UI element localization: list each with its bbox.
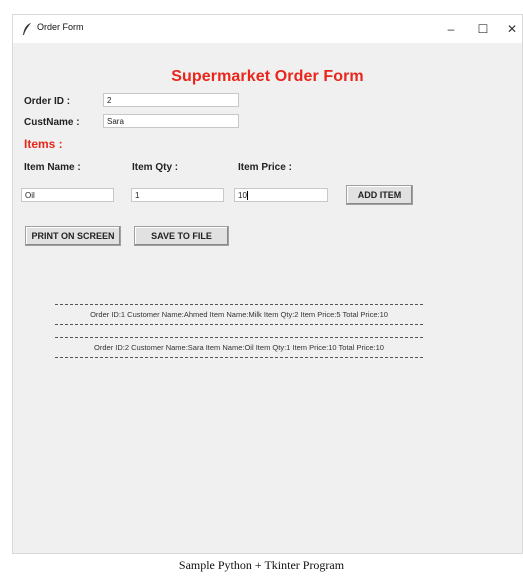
item-price-value: 10 xyxy=(238,191,247,200)
maximize-button[interactable]: ☐ xyxy=(472,19,494,39)
order-output-2: Order ID:2 Customer Name:Sara Item Name:… xyxy=(55,337,423,358)
divider xyxy=(55,324,423,325)
order-output-line: Order ID:2 Customer Name:Sara Item Name:… xyxy=(94,343,384,352)
add-item-button[interactable]: ADD ITEM xyxy=(346,185,413,205)
order-output-1: Order ID:1 Customer Name:Ahmed Item Name… xyxy=(55,304,423,325)
feather-icon xyxy=(23,23,31,35)
item-qty-label: Item Qty : xyxy=(132,162,179,173)
window-title: Order Form xyxy=(37,22,84,32)
item-qty-field[interactable]: 1 xyxy=(131,188,224,202)
print-on-screen-button[interactable]: PRINT ON SCREEN xyxy=(25,226,121,246)
app-window: Order Form – ☐ ✕ Supermarket Order Form … xyxy=(12,14,523,554)
form-heading: Supermarket Order Form xyxy=(171,68,364,85)
figure-caption: Sample Python + Tkinter Program xyxy=(178,558,345,572)
text-cursor xyxy=(246,191,248,200)
divider xyxy=(55,357,423,358)
custname-field[interactable]: Sara xyxy=(103,114,239,128)
order-output-line: Order ID:1 Customer Name:Ahmed Item Name… xyxy=(90,310,388,319)
item-price-field[interactable]: 10 xyxy=(234,188,328,202)
title-bar: Order Form – ☐ ✕ xyxy=(13,15,522,43)
item-price-label: Item Price : xyxy=(238,162,292,173)
order-id-field[interactable]: 2 xyxy=(103,93,239,107)
save-to-file-button[interactable]: SAVE TO FILE xyxy=(134,226,229,246)
item-name-label: Item Name : xyxy=(24,162,81,173)
order-id-label: Order ID : xyxy=(24,96,71,107)
items-heading: Items : xyxy=(24,137,63,151)
custname-label: CustName : xyxy=(24,117,80,128)
minimize-button[interactable]: – xyxy=(440,19,462,39)
item-name-field[interactable]: Oil xyxy=(21,188,114,202)
close-button[interactable]: ✕ xyxy=(501,19,522,39)
